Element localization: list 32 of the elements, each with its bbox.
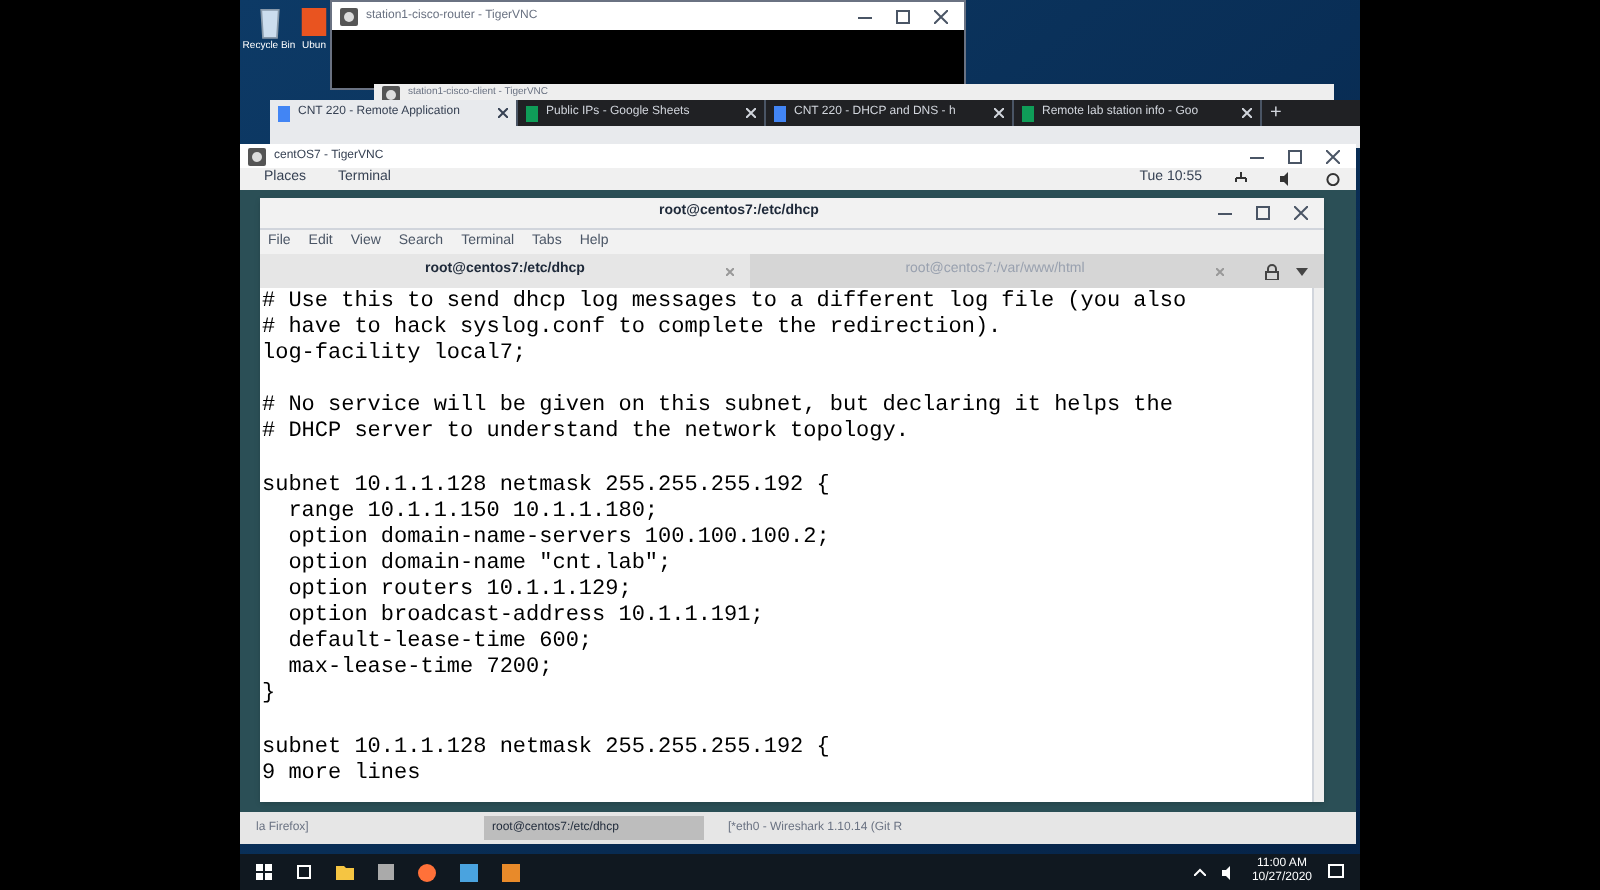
app-icon[interactable] bbox=[502, 863, 520, 881]
firefox-icon[interactable] bbox=[418, 863, 436, 881]
maximize-icon[interactable] bbox=[896, 9, 910, 23]
speaker-icon[interactable] bbox=[1221, 865, 1236, 879]
close-icon[interactable] bbox=[1293, 206, 1308, 220]
lock-icon[interactable] bbox=[1264, 263, 1280, 279]
scrollbar[interactable] bbox=[1312, 288, 1324, 802]
network-icon[interactable] bbox=[1234, 172, 1248, 186]
power-icon[interactable] bbox=[1326, 172, 1340, 186]
close-icon[interactable] bbox=[934, 9, 948, 23]
new-tab-button[interactable]: + bbox=[1262, 98, 1290, 128]
chevron-up-icon[interactable] bbox=[1193, 868, 1206, 876]
maximize-icon[interactable] bbox=[1255, 206, 1270, 220]
recycle-bin-icon[interactable] bbox=[255, 4, 283, 40]
terminal-output: # Use this to send dhcp log messages to a different log file (you also # have to hack syslog.conf to complete the redirection). log-facility local7; # No service will be given on this subnet, but declaring it helps the # DHCP server to understand the network topology. subnet 10.1.1.128 netmask 255.255.255.192 { range 10.1.1.150 10.1.1.180; option domain-name-servers 100.100.100.2; option domain-name "cnt.lab"; option routers 10.1.1.129; option broadcast-address 10.1.1.191; default-lease-time 600; max-lease-time 7200; } subnet 10.1.1.128 netmask 255.255.255.192 { 9 more lines bbox=[260, 288, 1189, 790]
task-view-icon[interactable] bbox=[296, 864, 312, 880]
folder-icon[interactable] bbox=[336, 864, 354, 880]
volume-icon[interactable] bbox=[1280, 172, 1294, 186]
app-icon bbox=[340, 7, 358, 25]
app-shortcut-icon[interactable] bbox=[300, 4, 328, 40]
app-icon[interactable] bbox=[460, 863, 478, 881]
dropdown-icon[interactable] bbox=[1296, 267, 1308, 275]
notification-icon[interactable] bbox=[1328, 864, 1344, 880]
spreadsheet-icon bbox=[526, 105, 538, 121]
document-icon bbox=[774, 105, 786, 121]
app-icon bbox=[248, 147, 266, 165]
close-icon[interactable] bbox=[1326, 149, 1340, 163]
windows-start-icon[interactable] bbox=[256, 864, 272, 880]
maximize-icon[interactable] bbox=[1288, 149, 1302, 163]
document-icon bbox=[278, 105, 290, 121]
spreadsheet-icon bbox=[1022, 105, 1034, 121]
close-icon[interactable] bbox=[498, 108, 508, 118]
